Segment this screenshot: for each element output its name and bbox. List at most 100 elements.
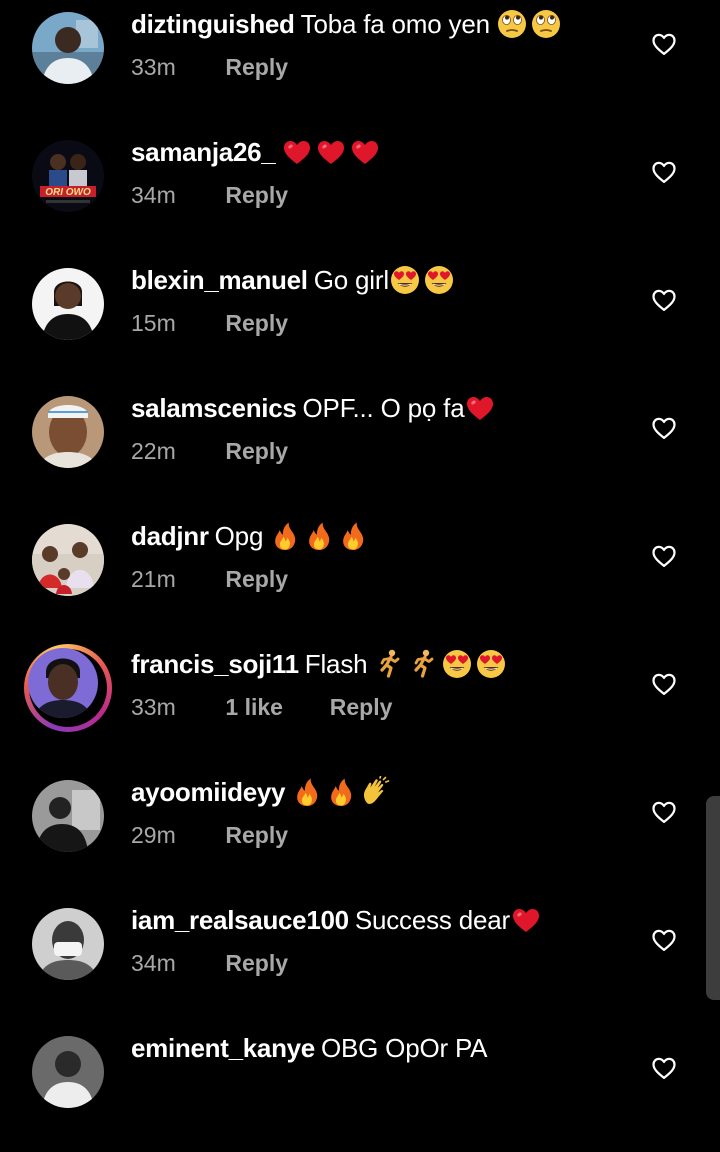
- comment-meta: 33m 1 like Reply: [131, 692, 392, 722]
- comment-timestamp: 34m: [131, 182, 176, 208]
- comment-row: iam_realsauce100 Success dear 34m Reply: [0, 896, 720, 1024]
- fire-icon: [269, 520, 301, 552]
- like-heart-icon[interactable]: [650, 30, 678, 58]
- like-heart-icon[interactable]: [650, 926, 678, 954]
- like-heart-icon[interactable]: [650, 1054, 678, 1082]
- heart-eyes-icon: [423, 264, 455, 296]
- comment-line: blexin_manuel Go girl: [131, 262, 455, 298]
- comment-emojis: [389, 264, 455, 296]
- reply-button[interactable]: Reply: [225, 52, 288, 82]
- avatar-story-ring[interactable]: [24, 644, 112, 732]
- comment-meta: 34m Reply: [131, 948, 288, 978]
- comment-row: salamscenics OPF... O pọ fa 22m Reply: [0, 384, 720, 512]
- scrollbar[interactable]: [706, 796, 720, 1000]
- comment-timestamp: 29m: [131, 822, 176, 848]
- comment-line: diztinguished Toba fa omo yen: [131, 6, 562, 42]
- comment-meta: 21m Reply: [131, 564, 288, 594]
- avatar[interactable]: [32, 12, 104, 84]
- comment-meta: 29m Reply: [131, 820, 288, 850]
- avatar[interactable]: ORI OWO: [32, 140, 104, 212]
- red-heart-icon: [281, 136, 313, 168]
- comment-line: iam_realsauce100 Success dear: [131, 902, 542, 938]
- fire-icon: [291, 776, 323, 808]
- comment-username[interactable]: blexin_manuel: [131, 262, 308, 298]
- reply-button[interactable]: Reply: [225, 564, 288, 594]
- comment-username[interactable]: diztinguished: [131, 6, 295, 42]
- reply-button[interactable]: Reply: [225, 948, 288, 978]
- like-heart-icon[interactable]: [650, 286, 678, 314]
- comment-meta: 34m Reply: [131, 180, 288, 210]
- like-heart-icon[interactable]: [650, 670, 678, 698]
- comment-meta: 33m Reply: [131, 52, 288, 82]
- red-heart-icon: [315, 136, 347, 168]
- like-heart-icon[interactable]: [650, 158, 678, 186]
- comment-emojis: [464, 392, 496, 424]
- avatar[interactable]: [32, 396, 104, 468]
- comment-timestamp: 34m: [131, 950, 176, 976]
- comment-text: Flash: [304, 649, 368, 679]
- comment-username[interactable]: iam_realsauce100: [131, 902, 349, 938]
- comment-line: samanja26_: [131, 134, 381, 170]
- comment-timestamp: 21m: [131, 566, 176, 592]
- comment-timestamp: 22m: [131, 438, 176, 464]
- reply-button[interactable]: Reply: [225, 436, 288, 466]
- comment-username[interactable]: salamscenics: [131, 390, 297, 426]
- comment-timestamp: 33m: [131, 54, 176, 80]
- comment-like-count[interactable]: 1 like: [225, 692, 323, 722]
- like-heart-icon[interactable]: [650, 798, 678, 826]
- comment-row: blexin_manuel Go girl 15m Reply: [0, 256, 720, 384]
- heart-eyes-icon: [441, 648, 473, 680]
- heart-eyes-icon: [389, 264, 421, 296]
- reply-button[interactable]: Reply: [225, 180, 288, 210]
- comment-text: Toba fa omo yen: [300, 9, 490, 39]
- comment-username[interactable]: francis_soji11: [131, 646, 299, 682]
- comment-text: OPF... O pọ fa: [302, 393, 465, 423]
- comment-username[interactable]: dadjnr: [131, 518, 209, 554]
- comment-text: Go girl: [313, 265, 389, 295]
- red-heart-icon: [510, 904, 542, 936]
- comment-meta: [131, 1076, 225, 1106]
- fire-icon: [337, 520, 369, 552]
- fire-icon: [325, 776, 357, 808]
- comment-username[interactable]: eminent_kanye: [131, 1030, 315, 1066]
- avatar[interactable]: [32, 524, 104, 596]
- reply-button[interactable]: Reply: [225, 308, 288, 338]
- avatar-caption: ORI OWO: [45, 187, 91, 198]
- person-running-icon: [407, 648, 439, 680]
- comment-timestamp: 33m: [131, 694, 176, 720]
- comment-emojis: [373, 648, 507, 680]
- comment-line: dadjnr Opg: [131, 518, 369, 554]
- like-heart-icon[interactable]: [650, 414, 678, 442]
- comment-line: salamscenics OPF... O pọ fa: [131, 390, 496, 426]
- avatar[interactable]: [32, 908, 104, 980]
- heart-eyes-icon: [475, 648, 507, 680]
- person-running-icon: [373, 648, 405, 680]
- comment-row: ayoomiideyy 29m Reply: [0, 768, 720, 896]
- avatar[interactable]: [32, 780, 104, 852]
- comment-username[interactable]: ayoomiideyy: [131, 774, 286, 810]
- comment-emojis: [291, 776, 391, 808]
- reply-button[interactable]: Reply: [225, 820, 288, 850]
- face-with-rolling-eyes-icon: [496, 8, 528, 40]
- like-heart-icon[interactable]: [650, 542, 678, 570]
- comment-line: eminent_kanye OBG OpOr PA: [131, 1030, 493, 1066]
- comment-text: Opg: [214, 521, 264, 551]
- comment-text: OBG OpOr PA: [320, 1033, 488, 1063]
- comment-row: eminent_kanye OBG OpOr PA: [0, 1024, 720, 1152]
- comment-meta: 22m Reply: [131, 436, 288, 466]
- comment-row: francis_soji11 Flash 33m 1 like Reply: [0, 640, 720, 768]
- avatar[interactable]: [32, 268, 104, 340]
- red-heart-icon: [349, 136, 381, 168]
- red-heart-icon: [464, 392, 496, 424]
- avatar[interactable]: [32, 1036, 104, 1108]
- clapping-hands-icon: [359, 776, 391, 808]
- comment-row: dadjnr Opg 21m Reply: [0, 512, 720, 640]
- fire-icon: [303, 520, 335, 552]
- reply-button[interactable]: Reply: [330, 692, 393, 722]
- comment-meta: 15m Reply: [131, 308, 288, 338]
- comment-line: francis_soji11 Flash: [131, 646, 507, 682]
- comment-username[interactable]: samanja26_: [131, 134, 276, 170]
- comment-text: Success dear: [354, 905, 510, 935]
- comment-emojis: [269, 520, 369, 552]
- face-with-rolling-eyes-icon: [530, 8, 562, 40]
